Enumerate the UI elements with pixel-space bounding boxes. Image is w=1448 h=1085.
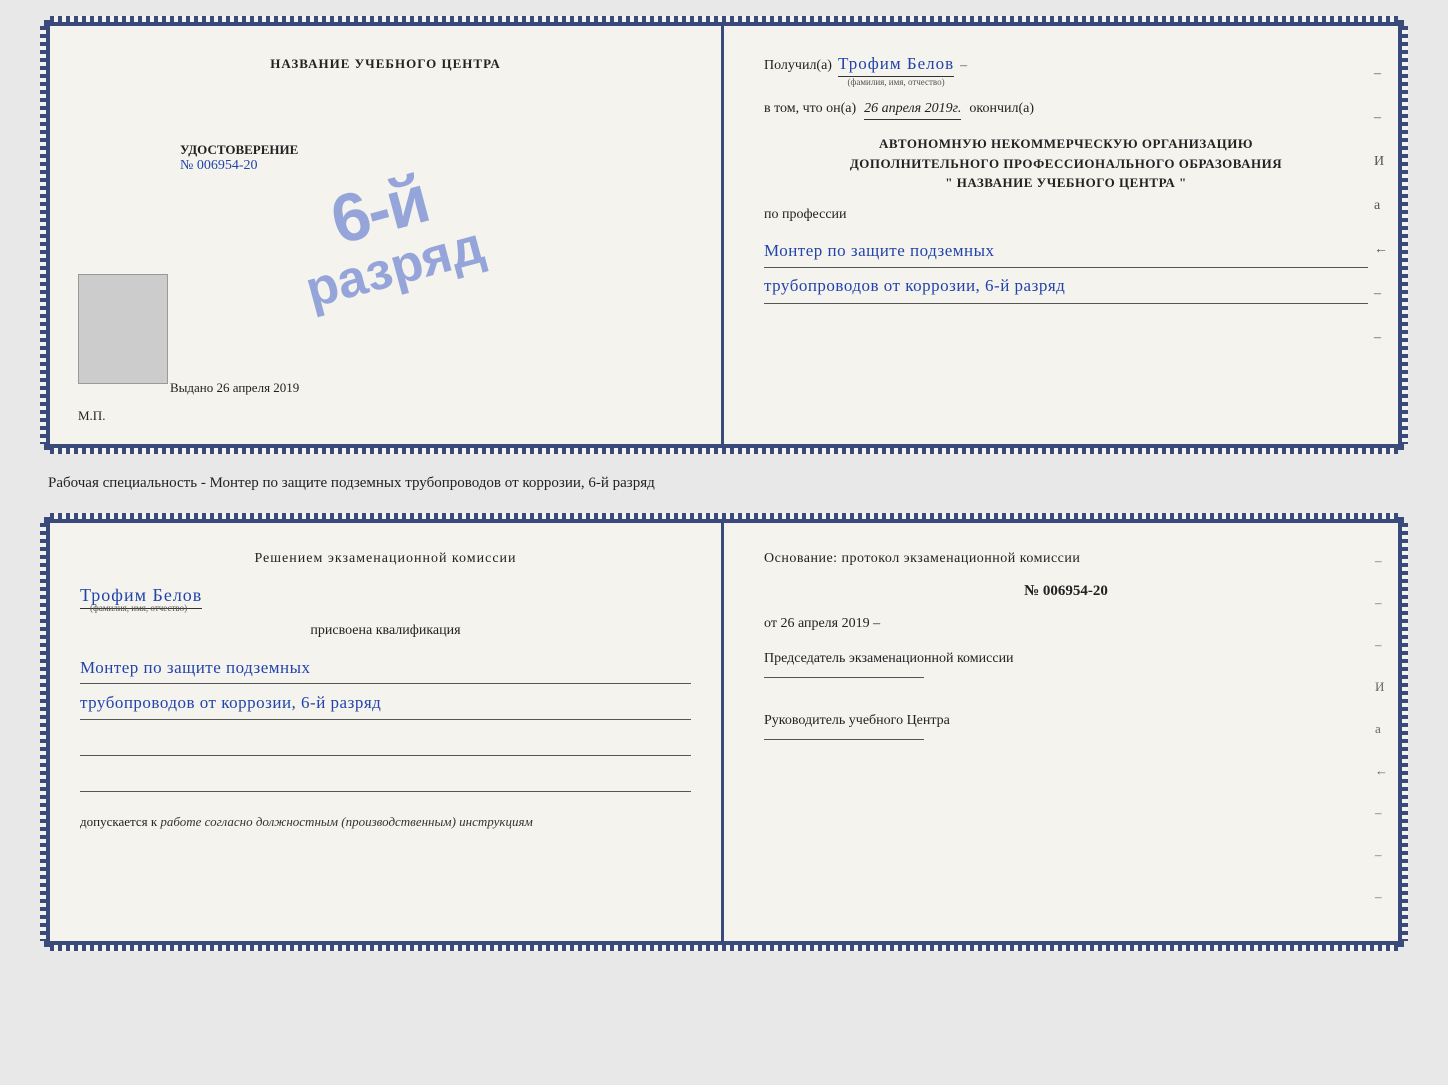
- profession-line1-top: Монтер по защите подземных: [764, 237, 1368, 269]
- bottom-fio-label: (фамилия, имя, отчество): [80, 603, 187, 613]
- ot-label: от: [764, 616, 777, 631]
- poluchil-label: Получил(а): [764, 58, 832, 74]
- org-line3: " НАЗВАНИЕ УЧЕБНОГО ЦЕНТРА ": [764, 173, 1368, 193]
- predsedatel-block: Председатель экзаменационной комиссии: [764, 648, 1368, 678]
- bottom-cert-right: Основание: протокол экзаменационной коми…: [724, 523, 1398, 941]
- ot-line: от 26 апреля 2019 –: [764, 616, 1368, 632]
- middle-text: Рабочая специальность - Монтер по защите…: [44, 466, 1404, 501]
- bottom-profession-line1: Монтер по защите подземных: [80, 653, 691, 685]
- rukovoditel-signature-line: [764, 739, 924, 740]
- top-certificate: НАЗВАНИЕ УЧЕБНОГО ЦЕНТРА 6-й разряд УДОС…: [44, 20, 1404, 450]
- top-cert-left: НАЗВАНИЕ УЧЕБНОГО ЦЕНТРА 6-й разряд УДОС…: [50, 26, 724, 444]
- predsedatel-signature-line: [764, 677, 924, 678]
- rukovoditel-label: Руководитель учебного Центра: [764, 710, 1368, 731]
- top-cert-title: НАЗВАНИЕ УЧЕБНОГО ЦЕНТРА: [270, 56, 501, 72]
- blank-line-2: [80, 772, 691, 792]
- dash-after-name: –: [960, 58, 967, 74]
- okonchil-label: окончил(а): [969, 101, 1034, 117]
- po-professii: по профессии: [764, 207, 1368, 223]
- udost-area: УДОСТОВЕРЕНИЕ № 006954-20: [180, 142, 298, 174]
- bottom-certificate: Решением экзаменационной комиссии Трофим…: [44, 517, 1404, 947]
- vydano-label: Выдано: [170, 380, 213, 395]
- rukovoditel-block: Руководитель учебного Центра: [764, 710, 1368, 740]
- cert-date: 26 апреля 2019г.: [864, 101, 961, 120]
- vtom-label: в том, что он(а): [764, 101, 856, 117]
- poluchil-name: Трофим Белов: [838, 54, 954, 77]
- vydano-date: 26 апреля 2019: [217, 380, 300, 395]
- vtom-line: в том, что он(а) 26 апреля 2019г. окончи…: [764, 101, 1368, 120]
- vydano-line: Выдано 26 апреля 2019: [170, 380, 299, 396]
- right-dashes: – – И а ← – –: [1374, 66, 1388, 346]
- protocol-number: № 006954-20: [764, 583, 1368, 600]
- blank-line-1: [80, 736, 691, 756]
- osnovanie-text: Основание: протокол экзаменационной коми…: [764, 551, 1368, 567]
- ot-date: 26 апреля 2019: [780, 616, 869, 631]
- resheniem-title: Решением экзаменационной комиссии: [80, 551, 691, 567]
- bottom-cert-left: Решением экзаменационной комиссии Трофим…: [50, 523, 724, 941]
- prisvoena-label: присвоена квалификация: [80, 623, 691, 639]
- profession-line2-top: трубопроводов от коррозии, 6-й разряд: [764, 272, 1368, 304]
- bottom-right-dashes: – – – И а ← – – –: [1375, 553, 1388, 905]
- org-line1: АВТОНОМНУЮ НЕКОММЕРЧЕСКУЮ ОРГАНИЗАЦИЮ: [764, 134, 1368, 154]
- org-block: АВТОНОМНУЮ НЕКОММЕРЧЕСКУЮ ОРГАНИЗАЦИЮ ДО…: [764, 134, 1368, 193]
- cert-number: № 006954-20: [180, 158, 298, 174]
- photo-placeholder: [78, 274, 168, 384]
- bottom-profession-line2: трубопроводов от коррозии, 6-й разряд: [80, 688, 691, 720]
- predsedatel-label: Председатель экзаменационной комиссии: [764, 648, 1368, 669]
- dopusk-value: работе согласно должностным (производств…: [160, 814, 532, 829]
- poluchil-line: Получил(а) Трофим Белов (фамилия, имя, о…: [764, 54, 1368, 87]
- dopusk-label: допускается к: [80, 814, 157, 829]
- dopusk-line: допускается к работе согласно должностны…: [80, 814, 691, 830]
- top-cert-right: Получил(а) Трофим Белов (фамилия, имя, о…: [724, 26, 1398, 444]
- org-line2: ДОПОЛНИТЕЛЬНОГО ПРОФЕССИОНАЛЬНОГО ОБРАЗО…: [764, 154, 1368, 174]
- ot-dash: –: [873, 616, 880, 631]
- udost-label: УДОСТОВЕРЕНИЕ: [180, 142, 298, 158]
- fio-label-top: (фамилия, имя, отчество): [848, 77, 945, 87]
- mp-label: М.П.: [78, 408, 105, 424]
